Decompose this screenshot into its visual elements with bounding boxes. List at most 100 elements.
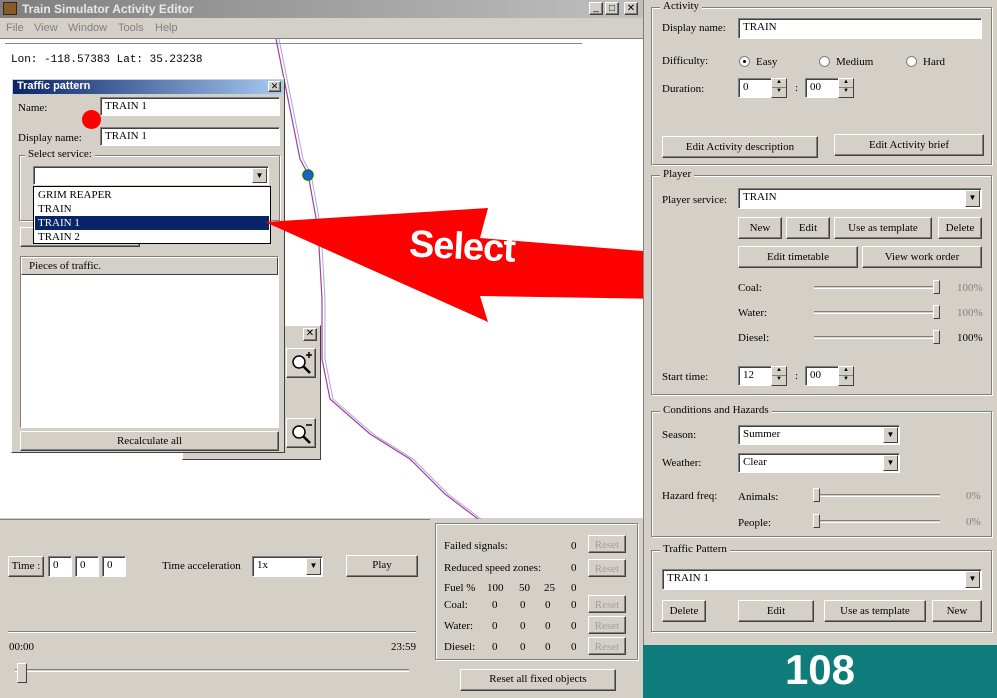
- player-use-template-button[interactable]: Use as template: [834, 217, 932, 239]
- edit-activity-description-button[interactable]: Edit Activity description: [662, 136, 818, 158]
- time-button[interactable]: Time :: [8, 556, 44, 577]
- start-minutes-spinner[interactable]: ▲ ▼: [838, 366, 854, 386]
- chevron-down-icon[interactable]: ▼: [306, 558, 321, 575]
- timeline-track[interactable]: [15, 669, 409, 672]
- animals-slider-thumb[interactable]: [813, 488, 820, 502]
- diesel-val-0: 0: [571, 641, 577, 653]
- duration-hours-input[interactable]: 0: [738, 78, 772, 98]
- time-acceleration-label: Time acceleration: [162, 560, 241, 572]
- failures-panel: Failed signals: 0 Reset Reduced speed zo…: [430, 519, 643, 698]
- player-delete-button[interactable]: Delete: [938, 217, 982, 239]
- water-val-25: 0: [545, 620, 551, 632]
- failed-signals-value: 0: [571, 540, 577, 552]
- coal-label: Coal:: [738, 282, 762, 294]
- weather-dropdown[interactable]: Clear ▼: [738, 453, 900, 473]
- diesel-val-50: 0: [520, 641, 526, 653]
- chevron-down-icon[interactable]: ▼: [883, 427, 898, 443]
- start-hours-spinner[interactable]: ▲ ▼: [771, 366, 787, 386]
- reset-water-button[interactable]: Reset: [588, 616, 626, 634]
- coal-slider-track[interactable]: [814, 286, 939, 289]
- speed-zones-label: Reduced speed zones:: [444, 562, 542, 574]
- water-val-50: 0: [520, 620, 526, 632]
- reset-all-fixed-objects-button[interactable]: Reset all fixed objects: [460, 669, 616, 691]
- fuel-header-100: 100: [487, 582, 504, 594]
- edit-timetable-button[interactable]: Edit timetable: [738, 246, 858, 268]
- season-dropdown[interactable]: Summer ▼: [738, 425, 900, 445]
- animals-slider-track[interactable]: [814, 494, 940, 497]
- timeline-thumb[interactable]: [17, 663, 27, 683]
- conditions-title: Conditions and Hazards: [660, 404, 772, 416]
- time-start-label: 00:00: [9, 641, 35, 653]
- traffic-edit-button[interactable]: Edit: [738, 600, 814, 622]
- coal-val-50: 0: [520, 599, 526, 611]
- chevron-down-icon[interactable]: ▼: [965, 190, 980, 207]
- people-slider-track[interactable]: [814, 520, 940, 523]
- people-percent: 0%: [966, 516, 981, 528]
- duration-colon: :: [795, 82, 799, 94]
- difficulty-medium-radio[interactable]: [819, 56, 830, 67]
- play-button[interactable]: Play: [346, 555, 418, 577]
- diesel-percent: 100%: [957, 332, 983, 344]
- page-number-badge: 108: [643, 645, 997, 698]
- water-val-100: 0: [492, 620, 498, 632]
- water-val-0: 0: [571, 620, 577, 632]
- difficulty-label: Difficulty:: [662, 55, 709, 67]
- diesel-val-100: 0: [492, 641, 498, 653]
- duration-minutes-input[interactable]: 00: [805, 78, 839, 98]
- difficulty-easy-radio[interactable]: [739, 56, 750, 67]
- start-colon: :: [795, 370, 799, 382]
- coal-slider-thumb[interactable]: [933, 280, 940, 294]
- bottom-panel: Time : 0 0 0 Time acceleration 1x ▼ Play…: [0, 519, 430, 698]
- diesel-slider-thumb[interactable]: [933, 330, 940, 344]
- water-slider-thumb[interactable]: [933, 305, 940, 319]
- player-edit-button[interactable]: Edit: [786, 217, 830, 239]
- hazard-freq-label: Hazard freq:: [662, 490, 718, 502]
- time-acceleration-dropdown[interactable]: 1x ▼: [252, 556, 323, 577]
- animals-label: Animals:: [738, 491, 779, 503]
- right-panel: Activity Display name: TRAIN Difficulty:…: [643, 0, 997, 645]
- start-hours-input[interactable]: 12: [738, 366, 772, 386]
- player-title: Player: [660, 168, 695, 180]
- difficulty-hard-label: Hard: [923, 56, 945, 68]
- chevron-down-icon[interactable]: ▼: [883, 455, 898, 471]
- water-percent: 100%: [957, 307, 983, 319]
- reset-signals-button[interactable]: Reset: [588, 535, 626, 553]
- view-work-order-button[interactable]: View work order: [862, 246, 982, 268]
- player-service-dropdown[interactable]: TRAIN ▼: [738, 188, 982, 209]
- duration-hours-spinner[interactable]: ▲ ▼: [771, 78, 787, 98]
- callout-text: Select: [407, 223, 517, 271]
- duration-minutes-spinner[interactable]: ▲ ▼: [838, 78, 854, 98]
- reset-diesel-button[interactable]: Reset: [588, 637, 626, 655]
- traffic-new-button[interactable]: New: [932, 600, 982, 622]
- animals-percent: 0%: [966, 490, 981, 502]
- people-slider-thumb[interactable]: [813, 514, 820, 528]
- time-seconds-input[interactable]: 0: [102, 556, 126, 577]
- time-end-label: 23:59: [391, 641, 417, 653]
- water-slider-track[interactable]: [814, 311, 939, 314]
- activity-display-name-input[interactable]: TRAIN: [738, 18, 982, 39]
- reset-coal-button[interactable]: Reset: [588, 595, 626, 613]
- traffic-delete-button[interactable]: Delete: [662, 600, 706, 622]
- difficulty-hard-radio[interactable]: [906, 56, 917, 67]
- failed-signals-label: Failed signals:: [444, 540, 508, 552]
- chevron-down-icon[interactable]: ▼: [965, 571, 980, 588]
- coal-val-0: 0: [571, 599, 577, 611]
- season-label: Season:: [662, 429, 697, 441]
- activity-display-name-label: Display name:: [662, 22, 726, 34]
- time-minutes-input[interactable]: 0: [75, 556, 99, 577]
- traffic-use-template-button[interactable]: Use as template: [824, 600, 926, 622]
- start-time-label: Start time:: [662, 371, 709, 383]
- reset-speed-zones-button[interactable]: Reset: [588, 559, 626, 577]
- edit-activity-brief-button[interactable]: Edit Activity brief: [834, 134, 984, 156]
- diesel-row-label: Diesel:: [444, 641, 476, 653]
- diesel-val-25: 0: [545, 641, 551, 653]
- traffic-pattern-dropdown[interactable]: TRAIN 1 ▼: [662, 569, 982, 590]
- fuel-percent-label: Fuel %: [444, 582, 476, 594]
- player-new-button[interactable]: New: [738, 217, 782, 239]
- divider: [8, 631, 416, 633]
- start-minutes-input[interactable]: 00: [805, 366, 839, 386]
- time-hours-input[interactable]: 0: [48, 556, 72, 577]
- page-number: 108: [784, 646, 856, 693]
- diesel-slider-track[interactable]: [814, 336, 939, 339]
- difficulty-easy-label: Easy: [756, 56, 778, 68]
